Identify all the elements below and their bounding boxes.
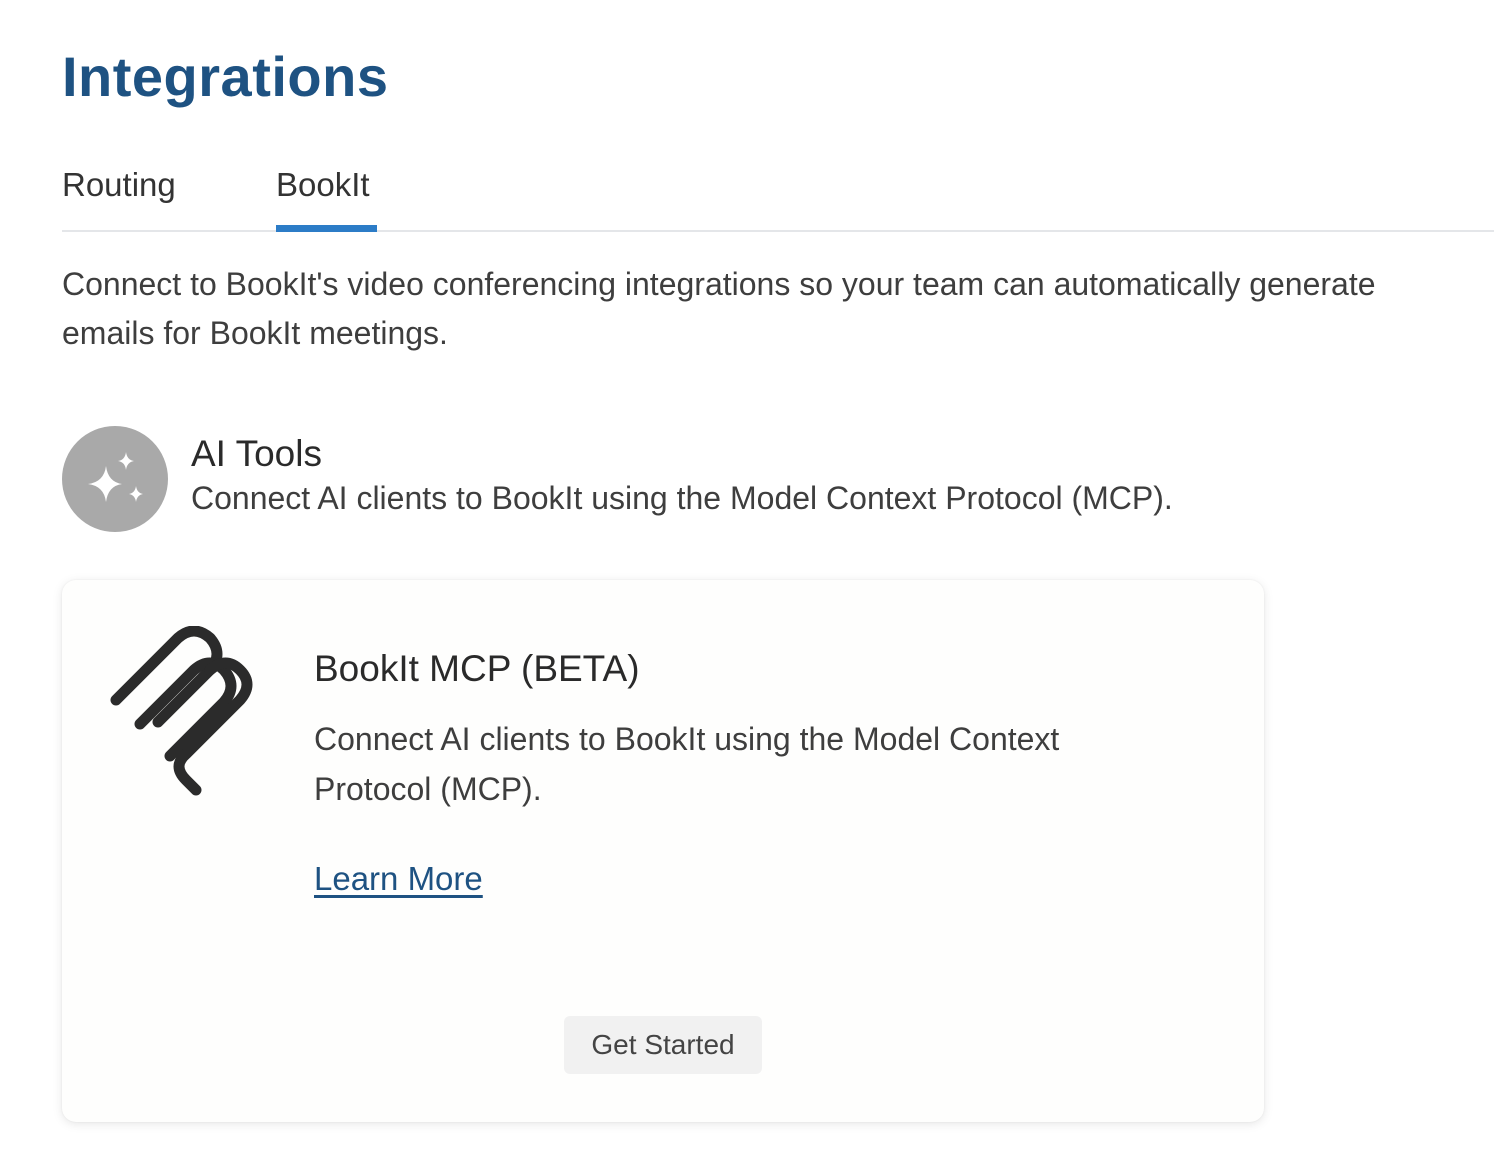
- tab-routing[interactable]: Routing: [62, 166, 176, 222]
- integrations-page: Integrations Routing BookIt Connect to B…: [0, 0, 1494, 1172]
- card-title: BookIt MCP (BETA): [314, 648, 640, 689]
- section-subtitle: Connect AI clients to BookIt using the M…: [191, 480, 1173, 516]
- tab-bookit[interactable]: BookIt: [276, 166, 370, 222]
- section-title: AI Tools: [191, 433, 322, 474]
- intro-line-2: emails for BookIt meetings.: [62, 315, 448, 351]
- intro-line-1: Connect to BookIt's video conferencing i…: [62, 266, 1376, 302]
- learn-more-link[interactable]: Learn More: [314, 860, 483, 898]
- tab-bar: Routing BookIt: [62, 160, 1494, 232]
- sparkles-icon: [62, 426, 168, 532]
- bookit-mcp-card: BookIt MCP (BETA) Connect AI clients to …: [62, 580, 1264, 1122]
- mcp-logo-icon: [106, 625, 266, 796]
- intro-text: Connect to BookIt's video conferencing i…: [62, 260, 1494, 358]
- active-tab-indicator: [276, 225, 377, 232]
- get-started-button[interactable]: Get Started: [564, 1016, 762, 1074]
- page-title: Integrations: [62, 45, 389, 108]
- card-description: Connect AI clients to BookIt using the M…: [314, 721, 1060, 807]
